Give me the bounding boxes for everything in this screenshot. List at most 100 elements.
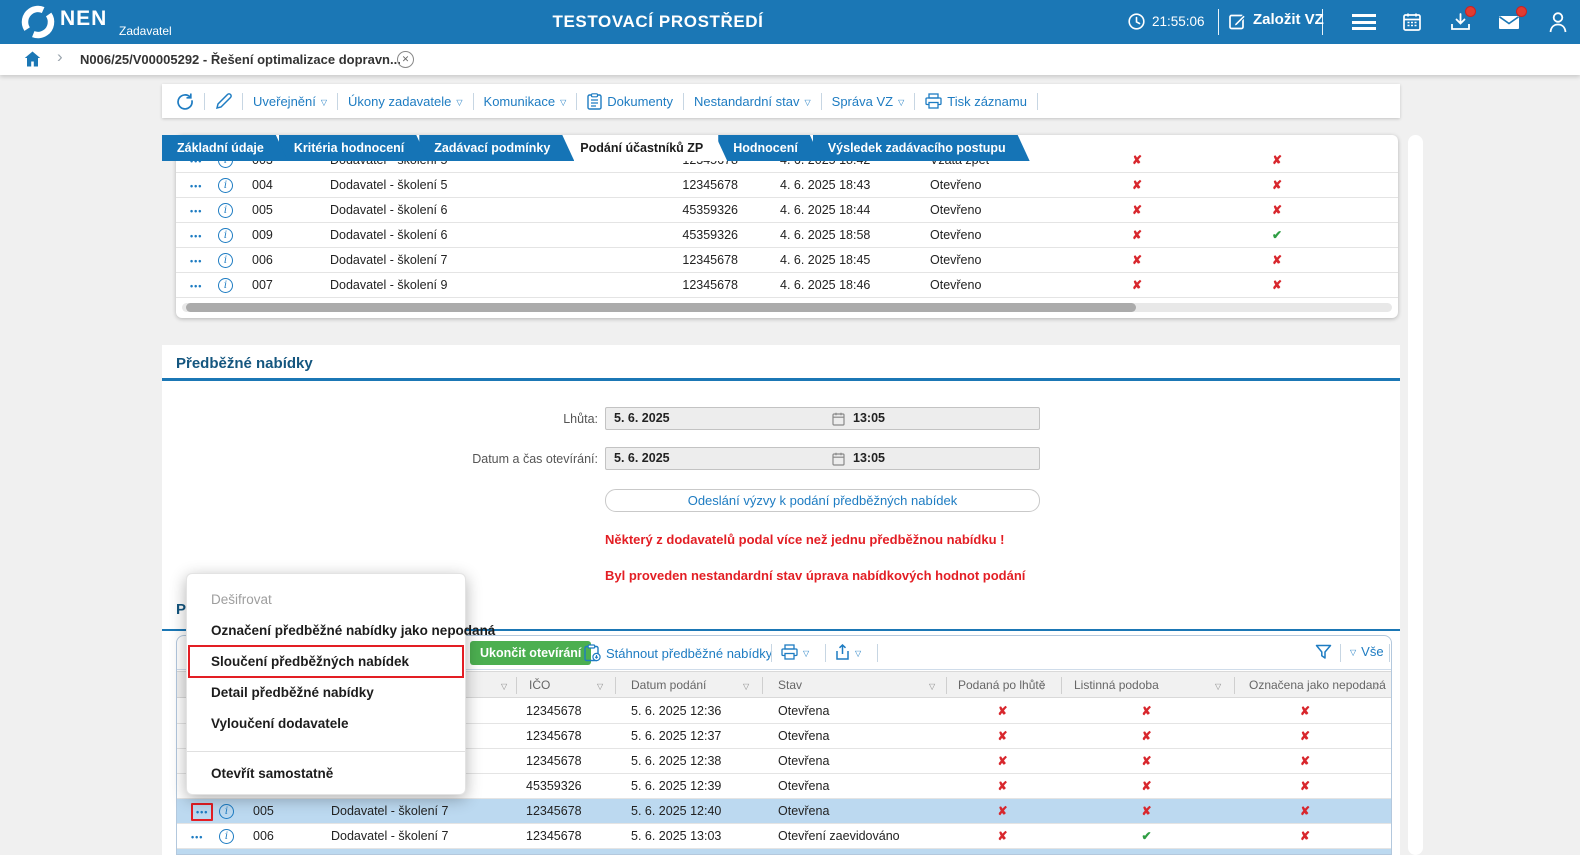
row-info-button[interactable]: i <box>218 198 240 223</box>
table-row[interactable]: ••• i 005 Dodavatel - školení 6 45359326… <box>176 198 1398 223</box>
row-menu-button[interactable]: ••• <box>190 248 216 273</box>
row-menu-button[interactable]: ••• <box>190 223 216 248</box>
edit-button[interactable] <box>215 93 232 110</box>
opening-field[interactable]: 5. 6. 2025 13:05 <box>605 447 1040 470</box>
tab-kriteria-hodnoceni[interactable]: Kritéria hodnocení <box>279 135 428 161</box>
home-icon[interactable] <box>24 51 41 67</box>
mark-podana-po-lhute: ✘ <box>945 824 1060 849</box>
supplier-ico: 45359326 <box>526 774 616 799</box>
table-row[interactable]: ••• i 007 Dodavatel - školení 9 12345678… <box>176 273 1398 298</box>
app-screen: NEN Zadavatel TESTOVACÍ PROSTŘEDÍ 21:55:… <box>0 0 1580 855</box>
deadline-field[interactable]: 5. 6. 2025 13:05 <box>605 407 1040 430</box>
opening-date-value: 5. 6. 2025 <box>614 451 670 465</box>
submission-status: Otevřeno <box>930 173 1090 198</box>
menu-komunikace[interactable]: Komunikace▽ <box>484 94 567 109</box>
print-record-button[interactable]: Tisk záznamu <box>925 93 1027 109</box>
info-icon: i <box>218 203 233 218</box>
horizontal-scrollbar-thumb[interactable] <box>186 303 1136 312</box>
menu-sprava-vz[interactable]: Správa VZ▽ <box>832 94 905 109</box>
flag-mark-1: ✘ <box>1107 248 1167 273</box>
column-divider <box>516 677 517 694</box>
supplier-name: Dodavatel - školení 5 <box>330 173 600 198</box>
submission-datetime: 5. 6. 2025 12:39 <box>631 774 756 799</box>
menu-nestandardni-stav[interactable]: Nestandardní stav▽ <box>694 94 811 109</box>
row-number: 005 <box>252 198 302 223</box>
menu-uverejneni[interactable]: Uveřejnění▽ <box>253 94 327 109</box>
ellipsis-icon: ••• <box>190 256 202 266</box>
info-icon: i <box>219 829 234 844</box>
tab-zadavaci-podminky[interactable]: Zadávací podmínky <box>419 135 574 161</box>
sort-icon[interactable]: ▽ <box>1373 673 1379 700</box>
calendar-icon[interactable] <box>1402 12 1422 32</box>
row-menu-button[interactable]: ••• <box>191 824 221 849</box>
close-tab-icon[interactable]: ✕ <box>397 51 414 68</box>
tab-hodnoceni[interactable]: Hodnocení <box>718 135 822 161</box>
menu-item-vylouceni-dodavatele[interactable]: Vyloučení dodavatele <box>187 712 465 736</box>
tab-vysledek[interactable]: Výsledek zadávacího postupu <box>813 135 1030 161</box>
row-menu-button[interactable]: ••• <box>191 849 221 855</box>
table-row[interactable]: ••• i 006 Dodavatel - školení 7 12345678… <box>176 248 1398 273</box>
sort-icon[interactable]: ▽ <box>929 673 935 700</box>
table-row[interactable]: ••• i 004 Dodavatel - školení 5 12345678… <box>176 173 1398 198</box>
separator <box>242 93 243 110</box>
mark-oznacena-jako-nepodana <box>1233 849 1377 855</box>
podani-table-rows: ••• i 003 Dodavatel - školení 5 12345678… <box>176 148 1398 298</box>
tab-podani-ucastniku-zp[interactable]: Podání účastníků ZP <box>565 135 727 161</box>
share-export-icon <box>835 644 850 661</box>
send-call-button[interactable]: Odeslání výzvy k podání předběžných nabí… <box>605 489 1040 512</box>
ellipsis-icon: ••• <box>190 281 202 291</box>
filter-all-select[interactable]: ▽ Vše <box>1350 644 1384 659</box>
row-info-button[interactable]: i <box>218 173 240 198</box>
sort-icon[interactable]: ▽ <box>743 673 749 700</box>
ellipsis-icon: ••• <box>191 803 213 821</box>
submission-status: Otevřeno <box>930 248 1090 273</box>
separator <box>1389 644 1390 662</box>
table-row[interactable]: ••• i 009 Dodavatel - školení 6 45359326… <box>176 223 1398 248</box>
breadcrumb: › N006/25/V00005292 - Řešení optimalizac… <box>0 44 1580 75</box>
refresh-button[interactable] <box>176 92 194 110</box>
vertical-scrollbar[interactable] <box>1408 135 1423 855</box>
table-row[interactable]: ••• i 005 Dodavatel - školení 7 12345678… <box>177 799 1391 824</box>
user-profile-icon[interactable] <box>1548 11 1568 33</box>
new-vz-button[interactable]: Založit VZ <box>1253 11 1324 28</box>
submission-datetime: 4. 6. 2025 18:44 <box>780 198 910 223</box>
row-menu-button[interactable]: ••• <box>190 173 216 198</box>
menu-item-otevrit-samostatne[interactable]: Otevřít samostatně <box>187 762 465 786</box>
breadcrumb-item[interactable]: N006/25/V00005292 - Řešení optimalizace … <box>80 52 401 67</box>
menu-item-oznaceni-nepodana[interactable]: Označení předběžné nabídky jako nepodaná <box>187 619 465 643</box>
row-menu-button[interactable]: ••• <box>190 273 216 298</box>
row-info-button[interactable]: i <box>219 849 241 855</box>
column-divider <box>1061 677 1062 694</box>
tab-zakladni-udaje[interactable]: Základní údaje <box>162 135 288 161</box>
new-vz-icon[interactable] <box>1228 12 1247 31</box>
messages-icon[interactable] <box>1498 15 1520 30</box>
filter-button[interactable] <box>1315 644 1332 660</box>
bid-status <box>778 849 938 855</box>
table-row[interactable]: ••• i <box>177 849 1391 855</box>
row-info-button[interactable]: i <box>218 273 240 298</box>
finish-opening-button[interactable]: Ukončit otevírání <box>470 641 591 665</box>
row-info-button[interactable]: i <box>218 248 240 273</box>
messages-badge <box>1516 6 1527 17</box>
section-title-predbezne-nabidky: Předběžné nabídky <box>176 355 313 372</box>
sort-icon[interactable]: ▽ <box>501 673 507 700</box>
menu-dokumenty[interactable]: Dokumenty <box>587 93 673 110</box>
row-info-button[interactable]: i <box>219 799 241 824</box>
print-table-button[interactable]: ▽ <box>781 644 809 660</box>
download-bids-button[interactable]: Stáhnout předběžné nabídky <box>584 644 772 662</box>
supplier-ico: 12345678 <box>526 824 616 849</box>
row-menu-button[interactable]: ••• <box>190 198 216 223</box>
table-row[interactable]: ••• i 006 Dodavatel - školení 7 12345678… <box>177 824 1391 849</box>
sort-icon[interactable]: ▽ <box>1039 673 1045 700</box>
menu-ukony-zadavatele[interactable]: Úkony zadavatele▽ <box>348 94 463 109</box>
row-context-menu: Dešifrovat Označení předběžné nabídky ja… <box>186 573 466 795</box>
menu-item-detail-nabidky[interactable]: Detail předběžné nabídky <box>187 681 465 705</box>
main-menu-icon[interactable] <box>1352 14 1376 30</box>
chevron-down-icon: ▽ <box>1350 646 1356 657</box>
export-button[interactable]: ▽ <box>835 644 861 661</box>
sort-icon[interactable]: ▽ <box>1215 673 1221 700</box>
row-info-button[interactable]: i <box>219 824 241 849</box>
sort-icon[interactable]: ▽ <box>597 673 603 700</box>
row-info-button[interactable]: i <box>218 223 240 248</box>
row-menu-button[interactable]: ••• <box>191 799 221 824</box>
